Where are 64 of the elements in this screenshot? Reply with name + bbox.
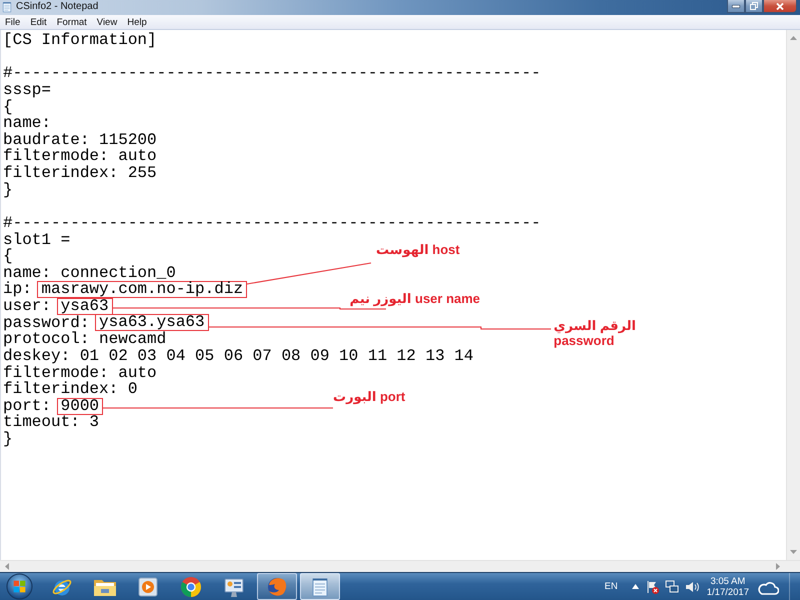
clock-time[interactable]: 3:05 AM — [710, 576, 746, 586]
minimize-icon — [732, 4, 740, 8]
window-title: CSinfo2 - Notepad — [16, 0, 98, 14]
callout-label: اليوزر نيم user name — [350, 290, 480, 306]
network-icon[interactable] — [664, 580, 679, 593]
scroll-right-icon — [776, 563, 780, 570]
speaker-icon[interactable] — [684, 580, 699, 592]
callout-label: الهوست host — [376, 242, 460, 258]
fox-globe-icon — [266, 576, 288, 598]
text-line: filterindex: 255 — [3, 165, 157, 182]
flag-icon[interactable] — [644, 580, 659, 594]
taskbar-button[interactable] — [300, 573, 340, 600]
scroll-up-icon — [790, 36, 797, 40]
horizontal-scrollbar[interactable] — [0, 560, 800, 572]
boxed-value: ysa63 — [56, 298, 113, 315]
field-label: port: — [3, 398, 52, 414]
restore-button[interactable] — [745, 0, 763, 13]
minimize-button[interactable] — [727, 0, 745, 13]
field-label: user: — [3, 298, 52, 315]
field-label: password: — [3, 314, 90, 332]
control-panel-icon — [223, 576, 245, 598]
notepad-icon — [1, 1, 13, 13]
round-logo-icon — [180, 576, 202, 598]
scroll-left-icon — [5, 563, 9, 570]
text-line: { — [3, 248, 13, 265]
text-line: timeout: 3 — [3, 414, 100, 432]
menu-item[interactable]: Format — [52, 16, 92, 28]
menu-item[interactable]: Edit — [25, 16, 52, 28]
field-label: ip: — [3, 281, 32, 298]
close-button[interactable] — [763, 0, 797, 13]
restore-icon — [750, 2, 758, 10]
boxed-value: ysa63.ysa63 — [95, 314, 209, 332]
callout-label: الرقم السري — [554, 318, 636, 334]
text-line: } — [3, 182, 13, 198]
text-line: { — [3, 98, 13, 116]
text-line: slot1 = — [3, 232, 70, 248]
menu-item[interactable]: Help — [122, 16, 152, 28]
text-line: name: connection_0 — [3, 264, 176, 282]
text-line: #------------------------------------------------------- — [3, 65, 541, 82]
boxed-value: 9000 — [56, 398, 104, 415]
callout-label: البورت port — [333, 388, 406, 404]
text-line: filtermode: auto — [3, 364, 157, 382]
text-line: baudrate: 115200 — [3, 132, 157, 148]
text-line: filterindex: 0 — [3, 381, 138, 398]
text-line: sssp= — [3, 82, 52, 99]
text-line: } — [3, 431, 13, 448]
vertical-scrollbar[interactable] — [786, 30, 800, 560]
clock-date[interactable]: 1/17/2017 — [706, 586, 749, 598]
text-line: #------------------------------------------------------- — [3, 214, 541, 232]
language-indicator[interactable]: EN — [604, 581, 618, 592]
taskbar-button[interactable] — [257, 573, 297, 600]
boxed-value: masrawy.com.no-ip.diz — [37, 281, 248, 298]
callout-label: password — [554, 333, 614, 348]
text-line: [CS Information] — [3, 32, 157, 49]
text-line: name: — [3, 115, 52, 132]
text-line: filtermode: auto — [3, 148, 157, 166]
text-line: protocol: newcamd — [3, 331, 166, 348]
caret-up-icon[interactable] — [632, 584, 639, 589]
close-icon — [776, 2, 784, 10]
menu-item[interactable]: File — [0, 16, 26, 28]
play-icon — [137, 576, 159, 598]
scroll-down-icon — [790, 550, 797, 554]
menu-item[interactable]: View — [92, 16, 122, 28]
text-line: deskey: 01 02 03 04 05 06 07 08 09 10 11 12 13 14 — [3, 348, 474, 365]
